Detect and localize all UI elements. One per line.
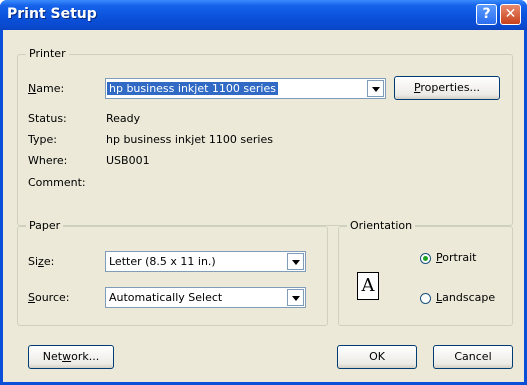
dialog-body: Printer Name: hp business inkjet 1100 se… [3, 30, 524, 382]
chevron-down-icon[interactable] [287, 289, 304, 306]
status-label: Status: [28, 112, 67, 125]
cancel-button[interactable]: Cancel [433, 345, 513, 369]
paper-size-select[interactable]: Letter (8.5 x 11 in.) [105, 251, 306, 272]
type-value: hp business inkjet 1100 series [106, 133, 273, 146]
paper-size-value: Letter (8.5 x 11 in.) [109, 255, 216, 268]
paper-source-select[interactable]: Automatically Select [105, 287, 306, 308]
landscape-label[interactable]: Landscape [436, 291, 495, 304]
printer-name-select[interactable]: hp business inkjet 1100 series [105, 78, 386, 99]
help-icon[interactable]: ? [476, 4, 497, 25]
where-value: USB001 [106, 154, 150, 167]
landscape-radio[interactable] [420, 293, 431, 304]
comment-label: Comment: [28, 176, 86, 189]
size-label: Size: [28, 255, 55, 268]
chevron-down-icon[interactable] [367, 80, 384, 97]
portrait-radio[interactable] [420, 253, 431, 264]
orientation-group-legend: Orientation [347, 219, 416, 232]
window-title: Print Setup [7, 6, 97, 22]
close-icon[interactable]: ✕ [500, 4, 521, 25]
chevron-down-icon[interactable] [287, 253, 304, 270]
paper-source-value: Automatically Select [109, 291, 223, 304]
name-label: Name: [28, 82, 65, 95]
where-label: Where: [28, 154, 68, 167]
print-setup-window: Print Setup ? ✕ Printer Name: hp busines… [0, 0, 527, 385]
ok-button[interactable]: OK [337, 345, 417, 369]
paper-group: Paper [17, 219, 328, 326]
properties-button[interactable]: Properties... [394, 76, 500, 100]
paper-group-legend: Paper [26, 219, 64, 232]
printer-name-value: hp business inkjet 1100 series [107, 82, 278, 95]
portrait-label[interactable]: Portrait [436, 251, 476, 264]
title-bar[interactable]: Print Setup ? ✕ [0, 0, 527, 30]
type-label: Type: [28, 133, 57, 146]
status-value: Ready [106, 112, 141, 125]
network-button[interactable]: Network... [28, 345, 114, 369]
source-label: Source: [28, 291, 70, 304]
portrait-page-icon: A [357, 272, 379, 300]
printer-group-legend: Printer [26, 47, 69, 60]
